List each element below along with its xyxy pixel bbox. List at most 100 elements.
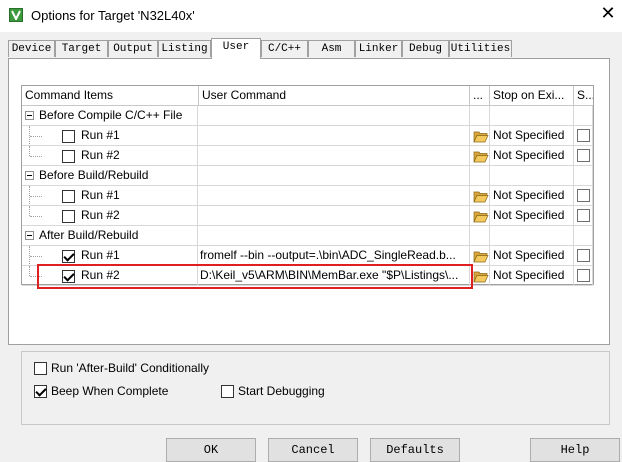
browse-button[interactable] [470, 266, 490, 286]
s-checkbox[interactable] [577, 249, 590, 262]
tab-device[interactable]: Device [8, 40, 55, 57]
s-cell [574, 226, 593, 246]
s-checkbox[interactable] [577, 149, 590, 162]
command-cell [198, 226, 470, 246]
table-row[interactable]: Run #1 Not Specified [22, 186, 593, 206]
run-label: Run #1 [81, 128, 120, 142]
beep-label: Beep When Complete [51, 384, 169, 398]
table-row[interactable]: Run #2 Not Specified [22, 206, 593, 226]
start-debugging-label: Start Debugging [238, 384, 325, 398]
user-command-input[interactable] [198, 146, 470, 166]
tree-cell: Run #1 [22, 126, 198, 146]
collapse-icon[interactable] [25, 231, 34, 240]
table-row[interactable]: Run #1 fromelf --bin --output=.\bin\ADC_S… [22, 246, 593, 266]
run-checkbox[interactable] [62, 150, 75, 163]
tab-output[interactable]: Output [108, 40, 158, 57]
run-checkbox[interactable] [62, 130, 75, 143]
table-row[interactable]: Run #2 Not Specified [22, 146, 593, 166]
tree-line [29, 206, 30, 216]
tree-cell: Run #2 [22, 266, 198, 286]
user-command-input[interactable]: fromelf --bin --output=.\bin\ADC_SingleR… [198, 246, 470, 266]
cancel-button[interactable]: Cancel [268, 438, 358, 462]
options-group: Run 'After-Build' Conditionally Beep Whe… [21, 351, 610, 425]
user-command-input[interactable]: D:\Keil_v5\ARM\BIN\MemBar.exe "$P\Listin… [198, 266, 470, 286]
browse-button[interactable] [470, 206, 490, 226]
s-cell [574, 166, 593, 186]
group-label: Before Build/Rebuild [39, 168, 149, 182]
folder-open-icon [473, 210, 489, 225]
s-checkbox[interactable] [577, 189, 590, 202]
user-command-input[interactable] [198, 206, 470, 226]
tree-cell: Run #2 [22, 146, 198, 166]
stop-on-exit-select[interactable]: Not Specified [490, 146, 574, 166]
table-row[interactable]: Run #2 D:\Keil_v5\ARM\BIN\MemBar.exe "$P\… [22, 266, 593, 286]
browse-button[interactable] [470, 126, 490, 146]
folder-open-icon [473, 150, 489, 165]
header-stop-on-exit: Stop on Exi... [490, 86, 574, 106]
collapse-icon[interactable] [25, 111, 34, 120]
beep-checkbox[interactable] [34, 385, 47, 398]
tree-cell: Before Compile C/C++ File [22, 106, 198, 126]
help-button[interactable]: Help [530, 438, 620, 462]
s-cell [574, 246, 593, 266]
stop-on-exit-select[interactable]: Not Specified [490, 246, 574, 266]
s-checkbox[interactable] [577, 209, 590, 222]
start-debugging-checkbox[interactable] [221, 385, 234, 398]
tree-line [30, 276, 42, 277]
tree-line [29, 146, 30, 156]
s-cell [574, 106, 593, 126]
run-checkbox[interactable] [62, 250, 75, 263]
s-cell [574, 186, 593, 206]
run-label: Run #2 [81, 148, 120, 162]
command-cell [198, 166, 470, 186]
tree-line [30, 196, 42, 197]
s-checkbox[interactable] [577, 129, 590, 142]
tree-line [30, 216, 42, 217]
tab-user[interactable]: User [211, 38, 261, 59]
user-command-input[interactable] [198, 186, 470, 206]
keil-uvision-icon [9, 8, 23, 22]
s-cell [574, 266, 593, 286]
folder-open-icon [473, 130, 489, 145]
browse-cell [470, 226, 490, 246]
run-checkbox[interactable] [62, 190, 75, 203]
s-checkbox[interactable] [577, 269, 590, 282]
user-command-grid: Command Items User Command ... Stop on E… [21, 85, 594, 286]
tab-utilities[interactable]: Utilities [449, 40, 512, 57]
stop-on-exit-select[interactable]: Not Specified [490, 266, 574, 286]
defaults-button[interactable]: Defaults [370, 438, 460, 462]
table-row[interactable]: Run #1 Not Specified [22, 126, 593, 146]
user-command-input[interactable] [198, 126, 470, 146]
group-label: Before Compile C/C++ File [39, 108, 183, 122]
ok-button[interactable]: OK [166, 438, 256, 462]
browse-button[interactable] [470, 146, 490, 166]
run-checkbox[interactable] [62, 270, 75, 283]
close-icon[interactable]: ✕ [599, 5, 617, 23]
browse-button[interactable] [470, 186, 490, 206]
stop-on-exit-select[interactable]: Not Specified [490, 206, 574, 226]
browse-button[interactable] [470, 246, 490, 266]
stop-cell [490, 106, 574, 126]
tab-debug[interactable]: Debug [402, 40, 449, 57]
tree-line [30, 156, 42, 157]
tab-asm[interactable]: Asm [308, 40, 355, 57]
s-cell [574, 206, 593, 226]
run-after-build-checkbox[interactable] [34, 362, 47, 375]
group-row[interactable]: After Build/Rebuild [22, 226, 593, 246]
tab-linker[interactable]: Linker [355, 40, 402, 57]
tree-line [30, 256, 42, 257]
stop-on-exit-select[interactable]: Not Specified [490, 126, 574, 146]
tree-cell: Run #1 [22, 186, 198, 206]
header-s: S... [574, 86, 593, 106]
tab-listing[interactable]: Listing [158, 40, 211, 57]
folder-open-icon [473, 270, 489, 285]
run-checkbox[interactable] [62, 210, 75, 223]
tab-target[interactable]: Target [55, 40, 108, 57]
command-cell [198, 106, 470, 126]
s-cell [574, 146, 593, 166]
collapse-icon[interactable] [25, 171, 34, 180]
group-row[interactable]: Before Compile C/C++ File [22, 106, 593, 126]
group-row[interactable]: Before Build/Rebuild [22, 166, 593, 186]
stop-on-exit-select[interactable]: Not Specified [490, 186, 574, 206]
tab-c-cpp[interactable]: C/C++ [261, 40, 308, 57]
